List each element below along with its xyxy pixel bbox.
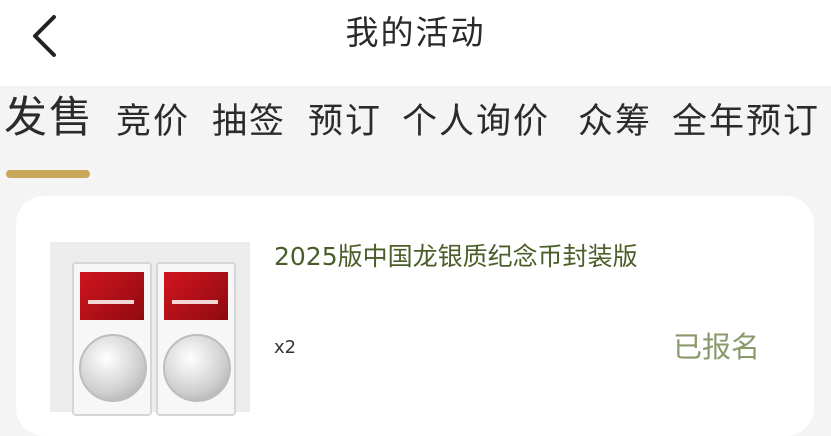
coin-slab-front [72,262,152,416]
status-badge: 已报名 [672,330,760,364]
slab-label [164,272,228,320]
coin-image [163,334,231,402]
tab-personal-inquiry[interactable]: 个人询价 [402,100,550,144]
tab-sale[interactable]: 发售 [4,96,94,140]
tab-auction[interactable]: 竞价 [116,100,190,144]
tab-annual-reservation[interactable]: 全年预订 [672,100,820,144]
activity-card[interactable]: 2025版中国龙银质纪念币封装版 x2 已报名 [16,196,814,436]
page-title: 我的活动 [345,13,486,52]
coin-slab-back [156,262,236,416]
tab-crowdfunding[interactable]: 众筹 [578,100,652,144]
coin-image [79,334,147,402]
product-image[interactable] [50,242,250,416]
activity-tabs: 发售 竞价 抽签 预订 个人询价 众筹 全年预订 [0,86,831,182]
tab-lottery[interactable]: 抽签 [212,100,286,144]
quantity: x2 [274,337,297,358]
top-bar: 我的活动 [0,0,831,86]
active-tab-indicator [6,170,90,178]
slab-label [80,272,144,320]
tab-reservation[interactable]: 预订 [308,100,382,144]
product-name[interactable]: 2025版中国龙银质纪念币封装版 [274,240,638,274]
